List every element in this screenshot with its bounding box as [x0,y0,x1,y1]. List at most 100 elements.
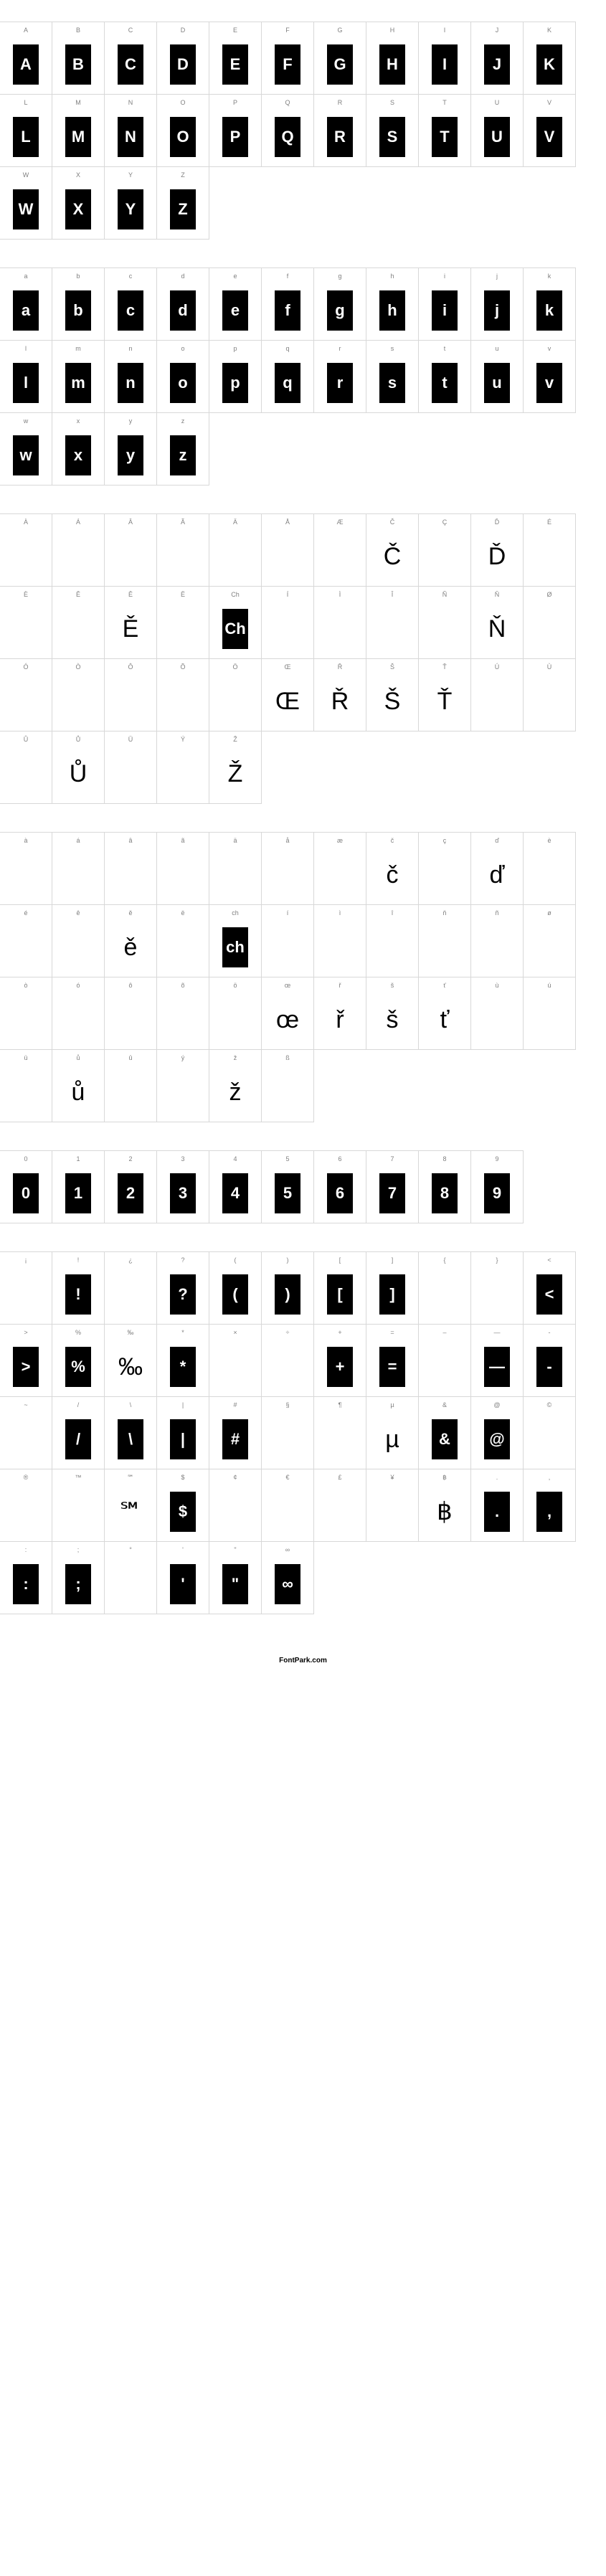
glyph-cell: Ò [52,658,105,731]
glyph-cell: 44 [209,1150,262,1223]
glyph-label: U [495,99,500,108]
glyph-block: M [65,117,91,157]
glyph-display [0,918,52,977]
glyph-block: 0 [13,1173,39,1213]
glyph-label: É [547,518,551,527]
glyph-label: ℠ [127,1474,133,1482]
glyph-label: 5 [285,1155,289,1164]
glyph-label: ß [285,1054,290,1063]
glyph-cell: .. [470,1469,524,1542]
glyph-label: K [547,27,551,35]
glyph-label: Ů [76,736,81,744]
glyph-label: Z [181,171,185,180]
glyph-label: j [496,273,498,281]
glyph-display: č [366,846,418,904]
glyph-block: I [432,44,458,85]
glyph-label: Î [392,591,394,600]
glyph-label: s [391,345,394,354]
glyph-block: S [379,117,405,157]
glyph-cell: WW [0,166,52,240]
glyph-display: * [157,1337,209,1396]
glyph-label: ¶ [338,1401,342,1410]
glyph-display: P [209,108,261,166]
glyph-cell: ¥ [366,1469,419,1542]
glyph-display [0,990,52,1049]
glyph-display [209,1482,261,1541]
glyph-cell: ii [418,267,471,341]
glyph-cell: ss [366,340,419,413]
glyph-display: Ř [314,672,366,731]
glyph-label: Ö [232,663,237,672]
glyph-block: & [432,1419,458,1459]
glyph-label: Č [390,518,395,527]
glyph-display: n [105,354,156,412]
glyph-cell: ěě [104,904,157,977]
glyph-label: H [390,27,395,35]
glyph-display: : [0,1555,52,1614]
glyph-label: Ù [547,663,552,672]
glyph-display [366,600,418,658]
glyph-display: e [209,281,261,340]
glyph-cell: Á [52,513,105,587]
glyph-cell: Ó [0,658,52,731]
glyph-block: p [222,363,248,403]
glyph-label: ú [547,982,551,990]
glyph-cell: ČČ [366,513,419,587]
glyph-display: ; [52,1555,104,1614]
glyph-display: g [314,281,366,340]
glyph-label: l [25,345,27,354]
glyph-display: # [209,1410,261,1469]
glyph-label: V [547,99,551,108]
glyph-label: ¥ [390,1474,394,1482]
glyph-label: µ [390,1401,394,1410]
glyph-cell: – [418,1324,471,1397]
glyph-cell: È [0,586,52,659]
glyph-label: 9 [495,1155,498,1164]
glyph-cell: à [0,832,52,905]
glyph-display: ť [419,990,470,1049]
glyph-display: % [52,1337,104,1396]
glyph-block: ? [170,1274,196,1315]
glyph-block: ) [275,1274,300,1315]
glyph-section: AABBCCDDEEFFGGHHIIJJKKLLMMNNOOPPQQRRSSTT… [0,22,606,239]
glyph-display: Š [366,672,418,731]
glyph-cell: >> [0,1324,52,1397]
glyph-cell: gg [313,267,366,341]
glyph-display [314,1410,366,1469]
glyph-label: č [391,837,394,846]
glyph-display: ch [209,918,261,977]
glyph-cell: ä [209,832,262,905]
glyph-cell: || [156,1396,209,1469]
glyph-fallback: ‰ [118,1353,143,1381]
glyph-block: < [536,1274,562,1315]
glyph-display: [ [314,1265,366,1324]
glyph-cell: pp [209,340,262,413]
glyph-label: % [75,1329,81,1337]
glyph-label: I [444,27,446,35]
glyph-label: ! [77,1256,80,1265]
glyph-label: ž [234,1054,237,1063]
glyph-fallback: µ [385,1426,399,1454]
glyph-cell: ŤŤ [418,658,471,731]
glyph-cell: ďď [470,832,524,905]
glyph-block: 7 [379,1173,405,1213]
glyph-label: N [128,99,133,108]
glyph-label: : [25,1546,27,1555]
glyph-cell: ® [0,1469,52,1542]
glyph-label: M [75,99,81,108]
glyph-cell: nn [104,340,157,413]
glyph-label: = [390,1329,394,1337]
glyph-cell: DD [156,22,209,95]
glyph-display: v [524,354,575,412]
glyph-cell: ý [156,1049,209,1122]
glyph-display: Ť [419,672,470,731]
glyph-label: c [129,273,133,281]
glyph-cell: ChCh [209,586,262,659]
glyph-display [419,527,470,586]
glyph-block: ; [65,1564,91,1604]
glyph-block: ! [65,1274,91,1315]
glyph-cell: ∞∞ [261,1541,314,1614]
glyph-display: F [262,35,313,94]
glyph-cell: À [0,513,52,587]
glyph-label: Ò [75,663,80,672]
